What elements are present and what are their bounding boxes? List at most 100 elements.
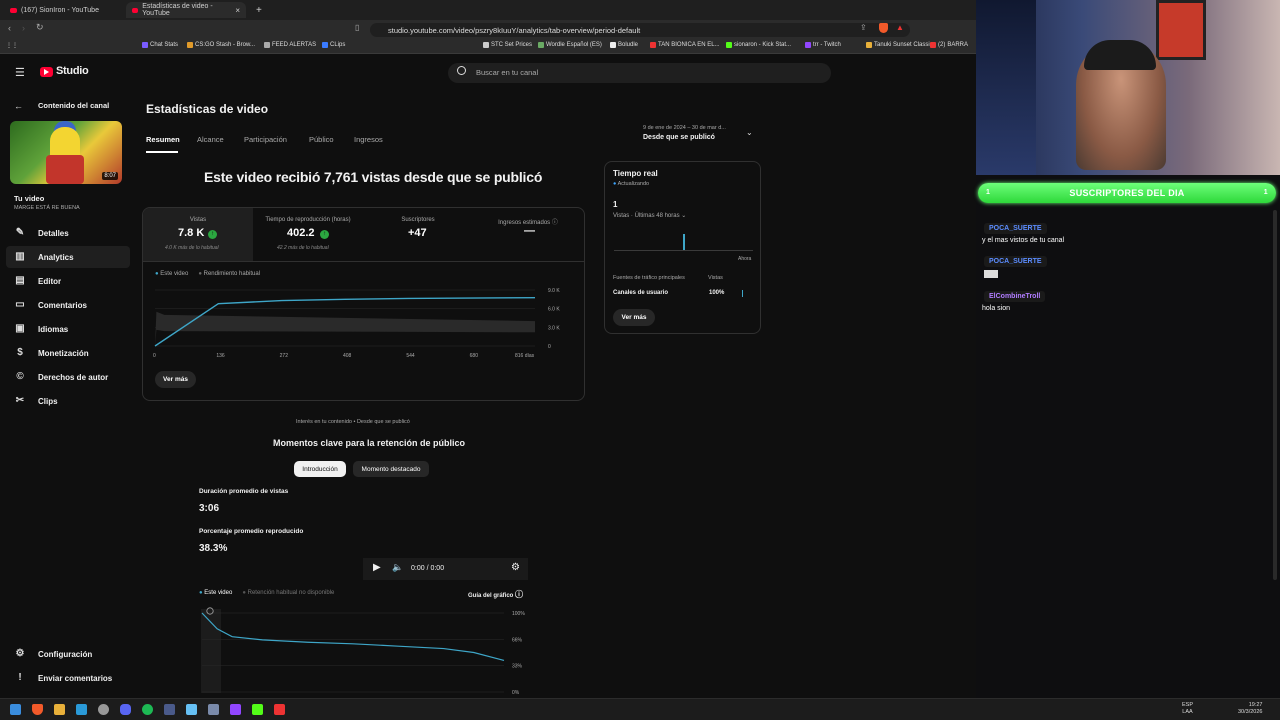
clock[interactable]: 19:27 30/3/2026 — [1238, 702, 1262, 716]
chrome-icon[interactable] — [98, 704, 109, 715]
chat-username[interactable]: POCA_SUERTE — [984, 223, 1047, 234]
lang-code: ESP — [1182, 702, 1194, 708]
tab-audience[interactable]: Público — [309, 135, 334, 144]
app-icon[interactable] — [274, 704, 285, 715]
reload-icon[interactable]: ↻ — [36, 22, 44, 33]
bookmark-icon[interactable]: ▯ — [355, 23, 359, 32]
spotify-icon[interactable] — [142, 704, 153, 715]
x-tick-label: 272 — [280, 353, 289, 359]
bookmark-item[interactable]: FEED ALERTAS — [264, 42, 316, 48]
menu-icon[interactable]: ☰ — [15, 66, 25, 79]
app-icon[interactable] — [164, 704, 175, 715]
bookmark-item[interactable]: Tanuki Sunset Classi... — [866, 42, 935, 48]
video-thumbnail[interactable]: 8:07 — [10, 121, 122, 184]
app-icon[interactable] — [208, 704, 219, 715]
share-icon[interactable]: ⇪ — [860, 23, 867, 32]
sidebar-item-label: Configuración — [38, 649, 93, 659]
bookmark-label: CS:GO Stash - Brow... — [195, 42, 256, 48]
tab-revenue[interactable]: Ingresos — [354, 135, 383, 144]
telegram-icon[interactable] — [76, 704, 87, 715]
y-tick-label: 66% — [512, 637, 523, 643]
chip-highlight[interactable]: Momento destacado — [353, 461, 429, 477]
chat-scrollbar[interactable] — [1273, 210, 1277, 580]
chat-message: y el mas vistos de tu canal — [982, 237, 1065, 244]
bookmark-item[interactable]: (2) BARRA — [930, 42, 968, 48]
channel-content-link[interactable]: Contenido del canal — [38, 101, 109, 110]
tab-engagement[interactable]: Participación — [244, 135, 287, 144]
bookmark-favicon — [187, 42, 193, 48]
tab-reach[interactable]: Alcance — [197, 135, 224, 144]
brave-icon[interactable] — [32, 704, 43, 715]
sidebar-item-details[interactable]: ✎ Detalles — [0, 222, 124, 244]
bookmark-item[interactable]: trr - Twitch — [805, 42, 841, 48]
settings-icon[interactable]: ⚙ — [511, 562, 520, 573]
bookmark-item[interactable]: STC Set Prices — [483, 42, 532, 48]
help-icon: ⓘ — [515, 590, 524, 599]
legend-dot: ● — [155, 271, 159, 277]
legend-dot: ● — [198, 271, 202, 277]
traffic-source-pct: 100% — [709, 290, 725, 296]
language-indicator[interactable]: ESP LAA — [1182, 702, 1193, 716]
sidebar-item-editor[interactable]: ▤ Editor — [0, 270, 124, 292]
sidebar-item-label: Editor — [38, 276, 62, 286]
bookmark-item[interactable]: Wordle Español (ES) — [538, 42, 602, 48]
apps-icon[interactable]: ⋮⋮ — [6, 42, 18, 49]
tab-overview[interactable]: Resumen — [146, 135, 180, 144]
y-tick-label: 6.0 K — [548, 307, 560, 313]
bookmark-item[interactable]: CS:GO Stash - Brow... — [187, 42, 255, 48]
bookmark-label: TAN BIONICA EN EL... — [658, 42, 720, 48]
browser-tab-active[interactable]: Estadísticas de video - YouTube × — [126, 2, 246, 18]
bookmark-item[interactable]: sionaron - Kick Stat... — [726, 42, 791, 48]
alert-icon[interactable]: ▲ — [896, 23, 904, 32]
back-arrow-icon[interactable]: ← — [14, 101, 23, 111]
search-input[interactable]: Buscar en tu canal — [448, 63, 831, 83]
y-tick-label: 0% — [512, 690, 520, 696]
sidebar-item-copyright[interactable]: © Derechos de autor — [0, 366, 124, 388]
sidebar-item-analytics[interactable]: ▥ Analytics — [6, 246, 130, 268]
see-more-button[interactable]: Ver más — [155, 371, 196, 388]
chat-username[interactable]: POCA_SUERTE — [984, 256, 1047, 267]
bookmark-favicon — [142, 42, 148, 48]
brave-shield-icon[interactable] — [879, 23, 888, 33]
studio-logo-text[interactable]: Studio — [56, 65, 89, 77]
sidebar-item-monetization[interactable]: $ Monetización — [0, 342, 124, 364]
sidebar-item-clips[interactable]: ✂ Clips — [0, 390, 124, 412]
chat-username[interactable]: ElCombineTroll — [984, 291, 1046, 302]
realtime-views-dropdown[interactable]: Vistas · Últimas 48 horas ⌄ — [613, 212, 686, 219]
legend-typical: ● Retención habitual no disponible — [242, 590, 334, 596]
avg-pct-value: 38.3% — [199, 543, 228, 554]
bookmark-item[interactable]: Chat Stats — [142, 42, 178, 48]
webcam-feed — [976, 0, 1280, 175]
kick-icon[interactable] — [252, 704, 263, 715]
gear-icon: ⚙ — [15, 648, 25, 659]
sidebar-item-feedback[interactable]: ! Enviar comentarios — [0, 667, 124, 689]
info-icon[interactable]: ⓘ — [552, 220, 558, 226]
x-tick-label: 408 — [343, 353, 352, 359]
bookmark-label: Wordle Español (ES) — [546, 42, 602, 48]
chart-guide-button[interactable]: Guía del gráfico ⓘ — [468, 589, 523, 600]
chip-intro[interactable]: Introducción — [294, 461, 346, 477]
sidebar-item-settings[interactable]: ⚙ Configuración — [0, 643, 124, 665]
back-icon[interactable]: ‹ — [8, 23, 11, 33]
steam-icon[interactable] — [186, 704, 197, 715]
discord-icon[interactable] — [120, 704, 131, 715]
page-title: Estadísticas de video — [146, 102, 269, 116]
bookmark-item[interactable]: CLips — [322, 42, 345, 48]
folder-icon[interactable] — [54, 704, 65, 715]
realtime-see-more-button[interactable]: Ver más — [613, 309, 655, 326]
forward-icon[interactable]: › — [22, 23, 25, 33]
bookmark-item[interactable]: TAN BIONICA EN EL... — [650, 42, 720, 48]
play-icon[interactable]: ▶ — [373, 562, 381, 573]
sidebar-item-comments[interactable]: ▭ Comentarios — [0, 294, 124, 316]
sidebar-item-languages[interactable]: ▣ Idiomas — [0, 318, 124, 340]
bookmark-favicon — [538, 42, 544, 48]
volume-icon[interactable]: 🔈 — [392, 562, 403, 573]
url-field[interactable]: studio.youtube.com/video/pszry8kIuuY/ana… — [370, 23, 910, 37]
close-icon[interactable]: × — [235, 6, 240, 15]
bookmark-item[interactable]: Boludle — [610, 42, 638, 48]
windows-start-icon[interactable] — [10, 704, 21, 715]
period-selector[interactable]: 9 de ene de 2024 – 30 de mar d... Desde … — [643, 125, 768, 145]
twitch-icon[interactable] — [230, 704, 241, 715]
new-tab-icon[interactable]: + — [250, 2, 268, 18]
browser-tab[interactable]: (167) SionIron - YouTube — [4, 2, 124, 18]
